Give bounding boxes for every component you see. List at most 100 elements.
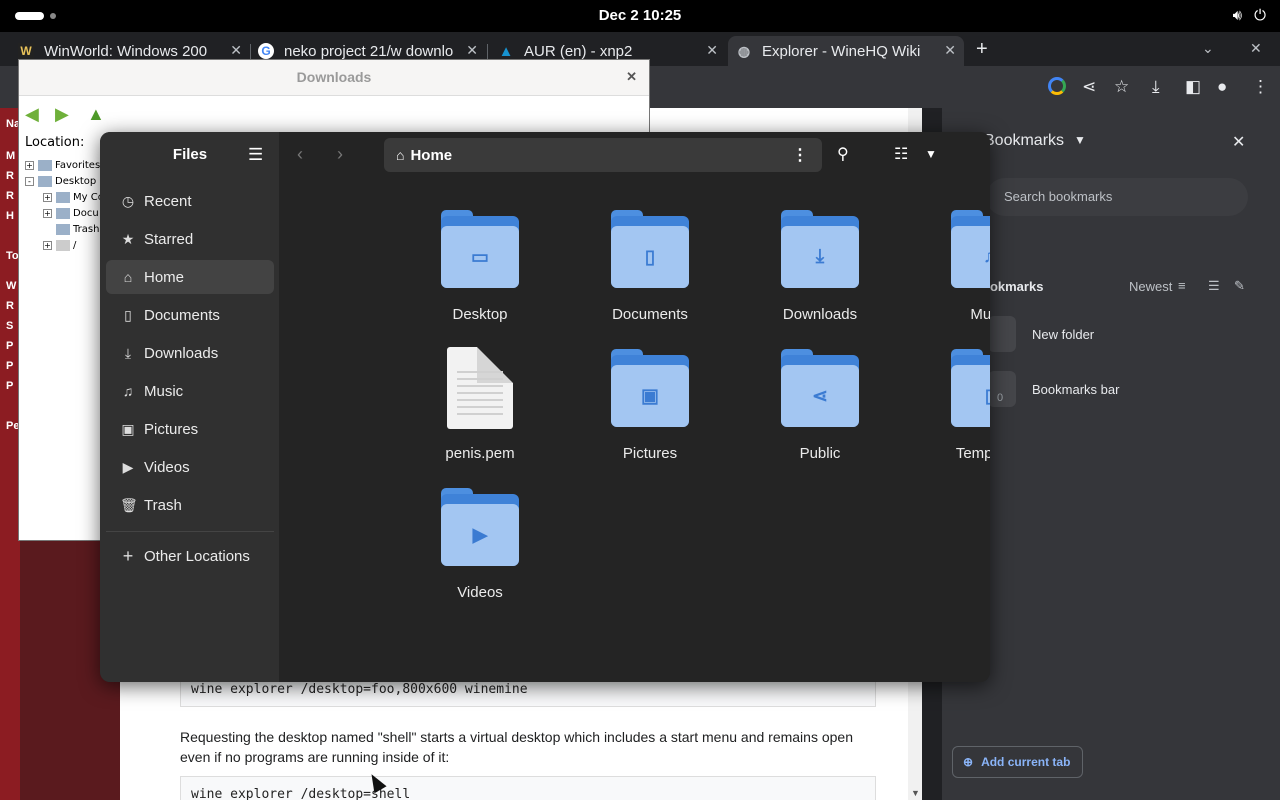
- window-close-icon[interactable]: ✕: [1250, 40, 1262, 57]
- new-tab-icon[interactable]: +: [976, 38, 988, 61]
- system-tray[interactable]: 🔊︎ ⏻: [1233, 7, 1266, 24]
- edit-icon[interactable]: ✎: [1234, 278, 1245, 294]
- sort-label[interactable]: Newest: [1129, 279, 1172, 294]
- item-label: Pictures: [622, 445, 678, 462]
- clock-icon: ◷: [121, 192, 135, 209]
- more-menu-icon[interactable]: ⋮: [1252, 77, 1269, 97]
- tab-label: Explorer - WineHQ Wiki: [762, 42, 921, 60]
- tab-separator: [487, 44, 488, 60]
- tree-item-desktop[interactable]: - Desktop: [23, 174, 103, 190]
- forward-arrow-icon[interactable]: ▶: [55, 104, 69, 125]
- sidebar-item-pictures[interactable]: ▣ Pictures: [106, 412, 274, 446]
- close-icon[interactable]: ✕: [1232, 132, 1245, 152]
- up-arrow-icon[interactable]: ▲: [87, 104, 105, 125]
- folder-item-downloads[interactable]: ⤓ Downloads: [745, 210, 895, 330]
- sidebar-item-starred[interactable]: ★ Starred: [106, 222, 274, 256]
- tree-item-my-computer[interactable]: + My Co: [23, 190, 104, 206]
- path-bar[interactable]: ⌂ Home ⋮: [384, 138, 822, 172]
- clock[interactable]: Dec 2 10:25: [0, 7, 1280, 24]
- side-panel-title[interactable]: Bookmarks: [984, 132, 1064, 150]
- gnome-top-bar: Dec 2 10:25 🔊︎ ⏻: [0, 0, 1280, 32]
- google-lens-icon[interactable]: [1048, 77, 1066, 95]
- tree-item-favorites[interactable]: + Favorites: [23, 158, 103, 174]
- files-main-view: ‹ › ⌂ Home ⋮ ⚲ ☷ ▼ ✕ ▭ Desktop ▯ Documen…: [279, 132, 990, 682]
- sidebar-item-trash[interactable]: 🗑︎ Trash: [106, 488, 274, 522]
- tab-close-icon[interactable]: ✕: [230, 42, 242, 59]
- nav-letter: R: [6, 300, 14, 312]
- tab-label: WinWorld: Windows 200: [44, 42, 208, 60]
- sort-icon[interactable]: ≡: [1178, 278, 1186, 293]
- tab-close-icon[interactable]: ✕: [706, 42, 718, 59]
- nav-letter: H: [6, 210, 14, 222]
- tab-close-icon[interactable]: ✕: [466, 42, 478, 59]
- back-arrow-icon[interactable]: ◀: [25, 104, 39, 125]
- item-label: Downloads: [782, 306, 858, 323]
- close-icon[interactable]: ✕: [626, 69, 637, 85]
- nav-letter: M: [6, 150, 16, 162]
- folder-item-music[interactable]: ♫ Music: [915, 210, 990, 330]
- sidebar-item-music[interactable]: ♫ Music: [106, 374, 274, 408]
- sidebar-item-recent[interactable]: ◷ Recent: [106, 184, 274, 218]
- sidebar-item-other-locations[interactable]: + Other Locations: [106, 539, 274, 573]
- item-label: penis.pem: [445, 445, 515, 462]
- folder-item-documents[interactable]: ▯ Documents: [575, 210, 725, 330]
- back-icon[interactable]: ‹: [297, 144, 303, 165]
- sidebar-item-home[interactable]: ⌂ Home: [106, 260, 274, 294]
- folder-icon: [38, 159, 52, 171]
- search-bookmarks-input[interactable]: Search bookmarks: [986, 178, 1248, 216]
- hamburger-menu-icon[interactable]: ☰: [248, 145, 263, 165]
- add-current-tab-button[interactable]: ⊕ Add current tab: [952, 746, 1084, 778]
- list-view-icon[interactable]: ☷: [894, 144, 908, 164]
- expand-icon[interactable]: +: [25, 161, 34, 170]
- arch-favicon-icon: ▲: [498, 42, 514, 60]
- folder-item-desktop[interactable]: ▭ Desktop: [405, 210, 555, 330]
- sidebar-item-documents[interactable]: ▯ Documents: [106, 298, 274, 332]
- expand-icon[interactable]: +: [43, 241, 52, 250]
- tab-search-chevron-icon[interactable]: ⌄: [1202, 40, 1214, 57]
- tree-item-documents[interactable]: + Docu: [23, 206, 103, 222]
- picture-icon: ▣: [121, 420, 135, 437]
- view-options-chevron-icon[interactable]: ▼: [925, 147, 937, 161]
- forward-icon[interactable]: ›: [337, 144, 343, 165]
- bookmark-star-icon[interactable]: ☆: [1114, 77, 1129, 97]
- search-icon[interactable]: ⚲: [837, 144, 849, 164]
- folder-icon: ▯: [951, 349, 990, 429]
- tab-winehq-explorer[interactable]: ◍ Explorer - WineHQ Wiki ✕: [728, 36, 964, 66]
- download-icon[interactable]: ⤓: [1152, 77, 1160, 97]
- panel-dropdown-icon[interactable]: ▼: [1074, 133, 1086, 147]
- bookmark-item-new-folder[interactable]: New folder: [988, 308, 1094, 360]
- folder-icon: [988, 316, 1016, 352]
- computer-icon: [56, 191, 70, 203]
- expand-icon[interactable]: +: [43, 209, 52, 218]
- file-item-pem[interactable]: penis.pem: [405, 347, 555, 467]
- more-options-icon[interactable]: ⋮: [792, 145, 808, 165]
- profile-icon[interactable]: ●: [1217, 77, 1227, 97]
- folder-item-public[interactable]: ⋖ Public: [745, 349, 895, 469]
- volume-icon: 🔊︎: [1232, 7, 1243, 24]
- tab-label: AUR (en) - xnp2: [524, 42, 633, 60]
- collapse-icon[interactable]: -: [25, 177, 34, 186]
- sidebar-item-label: Other Locations: [144, 547, 250, 565]
- scroll-down-icon[interactable]: ▼: [911, 788, 920, 798]
- music-icon: ♫: [122, 383, 134, 399]
- folder-item-videos[interactable]: ▶ Videos: [405, 488, 555, 608]
- tab-close-icon[interactable]: ✕: [944, 42, 956, 59]
- expand-icon[interactable]: +: [43, 193, 52, 202]
- paragraph: Requesting the desktop named "shell" sta…: [180, 729, 853, 765]
- sidebar-item-downloads[interactable]: ⤓ Downloads: [106, 336, 274, 370]
- folder-item-pictures[interactable]: ▣ Pictures: [575, 349, 725, 469]
- share-icon[interactable]: ⋖: [1082, 77, 1096, 97]
- nav-letter: W: [6, 280, 17, 292]
- drive-icon: [56, 239, 70, 251]
- list-view-icon[interactable]: ☰: [1208, 278, 1220, 294]
- bookmark-item-bookmarks-bar[interactable]: 0 Bookmarks bar: [988, 363, 1119, 415]
- tree-item-trash[interactable]: Trash: [23, 222, 103, 238]
- nav-letter: P: [6, 360, 14, 372]
- nav-letter: To: [6, 250, 19, 262]
- files-window: Files ☰ ◷ Recent ★ Starred ⌂ Home ▯ Document…: [100, 132, 990, 682]
- sidebar-item-videos[interactable]: ▶ Videos: [106, 450, 274, 484]
- side-panel-icon[interactable]: ◧: [1185, 77, 1201, 97]
- folder-item-templates[interactable]: ▯ Templates: [915, 349, 990, 469]
- tab-label: neko project 21/w downlo: [284, 42, 454, 60]
- tree-item-root[interactable]: + /: [23, 238, 103, 254]
